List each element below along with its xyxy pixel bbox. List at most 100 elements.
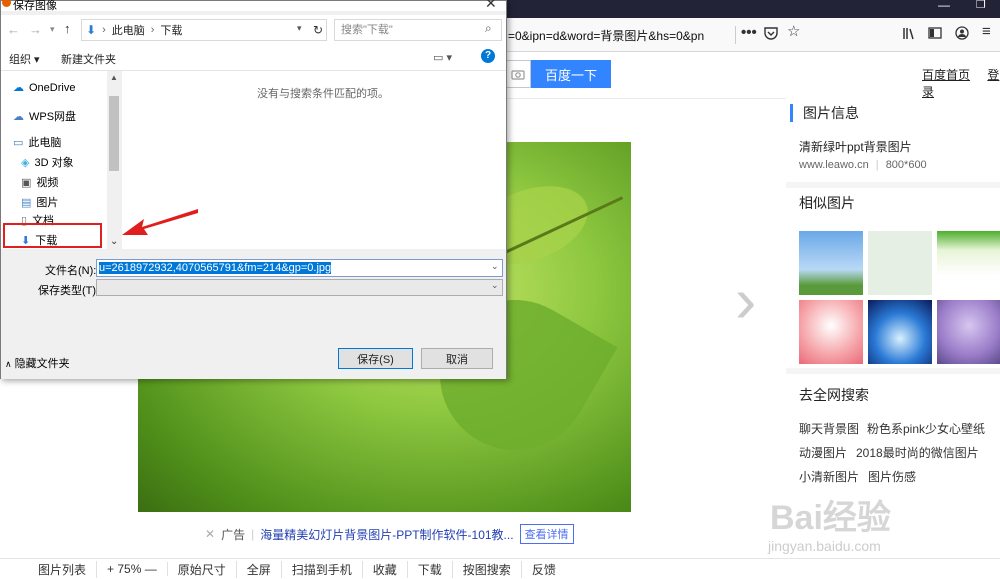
watermark-logo: Bai经验 [770,499,891,537]
organize-menu[interactable]: 组织 ▾ [9,51,40,67]
similar-image-thumb[interactable] [799,300,863,364]
nav-item-label: WPS网盘 [29,111,77,123]
similar-image-thumb[interactable] [868,231,932,295]
nav-item-wps[interactable]: ☁ WPS网盘 [13,108,76,124]
video-icon: ▣ [21,176,32,189]
image-info-title: 图片信息 [790,104,859,122]
original-size-button[interactable]: 原始尺寸 [168,560,237,578]
path-breadcrumb[interactable]: ⬇ › 此电脑 › 下载 [81,19,327,41]
baidu-search-button[interactable]: 百度一下 [531,60,611,88]
search-tag[interactable]: 小清新图片 [799,468,859,485]
dialog-close-icon[interactable]: ✕ [485,0,497,12]
web-search-title: 去全网搜索 [799,387,869,403]
filename-value: u=2618972932,4070565791&fm=214&gp=0.jpg [99,262,332,274]
bottom-toolbar: 图片列表 + 75% — 原始尺寸 全屏 扫描到手机 收藏 下载 按图搜索 反馈 [0,558,1000,579]
ad-detail-button[interactable]: 查看详情 [519,524,574,544]
nav-item-label: 3D 对象 [34,157,74,169]
feedback-button[interactable]: 反馈 [522,561,566,578]
search-by-image-button[interactable]: 按图搜索 [453,560,522,578]
library-icon[interactable] [902,25,916,41]
save-button[interactable]: 保存(S) [338,348,413,369]
nav-item-this-pc[interactable]: ▭ 此电脑 [13,134,61,150]
sidebar-icon[interactable] [928,25,942,41]
baidu-home-link[interactable]: 百度首页 [922,68,970,82]
nav-scrollbar-thumb[interactable] [109,96,119,171]
nav-divider [735,26,736,44]
breadcrumb-chevron-icon: › [150,24,155,36]
minimize-icon[interactable]: — [938,0,950,12]
url-bar-text[interactable]: =0&ipn=d&word=背景图片&hs=0&pn [508,27,704,44]
camera-search-icon[interactable] [505,60,531,88]
nav-item-label: 此电脑 [28,137,62,149]
filename-dropdown-icon[interactable]: ⌄ [491,261,499,272]
filetype-label: 保存类型(T): [38,285,100,297]
hide-folders-label: 隐藏文件夹 [14,358,70,370]
scroll-up-icon[interactable]: ▲ [110,73,118,82]
ad-link[interactable]: 海量精美幻灯片背景图片-PPT制作软件-101教... [260,526,513,543]
favorite-button[interactable]: 收藏 [363,560,408,578]
new-folder-button[interactable]: 新建文件夹 [61,51,116,67]
dialog-search-input[interactable]: 搜索"下载" [334,19,502,41]
scan-to-phone-button[interactable]: 扫描到手机 [282,560,363,578]
watermark-url: jingyan.baidu.com [768,538,881,554]
nav-item-3d-objects[interactable]: ◈ 3D 对象 [21,154,74,170]
forward-arrow-icon[interactable]: → [29,22,42,37]
search-tag[interactable]: 动漫图片 [799,444,847,461]
download-button[interactable]: 下载 [408,560,453,578]
similar-images-card: 相似图片 [786,188,1000,368]
source-separator: | [875,159,879,171]
ellipsis-icon[interactable]: ••• [741,25,757,41]
image-source[interactable]: www.leawo.cn [799,159,869,171]
filename-input[interactable]: u=2618972932,4070565791&fm=214&gp=0.jpg [96,259,503,277]
hide-folders-toggle[interactable]: ∧ 隐藏文件夹 [5,355,70,371]
save-image-dialog: 保存图像 ✕ ← → ▾ ↑ ⬇ › 此电脑 › 下载 ▾ ↻ 搜索"下载" ⌕… [0,0,507,379]
cancel-button[interactable]: 取消 [421,348,493,369]
pocket-icon[interactable] [764,25,778,41]
nav-item-label: 视频 [36,177,59,189]
dialog-toolbar: 组织 ▾ 新建文件夹 ▭ ▾ ? [1,45,506,71]
search-tag[interactable]: 图片伤感 [868,468,916,485]
search-tag[interactable]: 粉色系pink少女心壁纸 [867,420,985,437]
similar-image-thumb[interactable] [937,300,1000,364]
view-options-icon[interactable]: ▭ ▾ [433,51,452,64]
search-icon: ⌕ [485,21,492,35]
right-panel: 图片信息 清新绿叶ppt背景图片 www.leawo.cn | 800*600 … [786,98,1000,558]
breadcrumb-downloads[interactable]: 下载 [160,22,182,38]
filetype-dropdown-icon[interactable]: ⌄ [491,280,499,291]
dialog-title-bar [1,1,506,11]
next-image-arrow-icon[interactable]: › [735,268,756,332]
zoom-control[interactable]: + 75% — [97,562,168,576]
path-dropdown-icon[interactable]: ▾ [297,23,302,34]
nav-item-onedrive[interactable]: ☁ OneDrive [13,81,75,95]
nav-item-pictures[interactable]: ▤ 图片 [21,194,58,210]
close-ad-icon[interactable]: ✕ [205,527,215,541]
nav-item-videos[interactable]: ▣ 视频 [21,174,58,190]
image-name[interactable]: 清新绿叶ppt背景图片 [799,138,912,155]
filetype-select[interactable] [96,279,503,296]
image-size: 800*600 [885,159,927,171]
back-arrow-icon[interactable]: ← [7,22,20,37]
account-icon[interactable] [955,25,969,41]
ad-label: 广告 [221,527,246,542]
search-tag[interactable]: 2018最时尚的微信图片 [856,444,979,461]
restore-icon[interactable]: ❐ [976,0,986,11]
nav-item-label: 图片 [36,197,59,209]
similar-image-thumb[interactable] [937,231,1000,295]
refresh-icon[interactable]: ↻ [313,23,323,37]
similar-image-thumb[interactable] [868,300,932,364]
cloud-drive-icon: ☁ [13,110,24,123]
menu-icon[interactable]: ≡ [982,24,991,40]
search-tag[interactable]: 聊天背景图 [799,420,859,437]
image-list-button[interactable]: 图片列表 [28,560,98,578]
scroll-down-icon[interactable]: ⌄ [110,236,118,247]
bookmark-star-icon[interactable]: ☆ [787,24,800,40]
similar-image-thumb[interactable] [799,231,863,295]
fullscreen-button[interactable]: 全屏 [237,560,282,578]
help-icon[interactable]: ? [481,49,495,63]
up-arrow-icon[interactable]: ↑ [64,21,71,36]
history-dropdown-icon[interactable]: ▾ [50,24,55,35]
cube-icon: ◈ [21,156,30,169]
breadcrumb-this-pc[interactable]: 此电脑 [112,22,145,38]
top-links: 百度首页 登录 [922,66,1000,100]
image-info-card: 图片信息 清新绿叶ppt背景图片 www.leawo.cn | 800*600 [786,98,1000,182]
